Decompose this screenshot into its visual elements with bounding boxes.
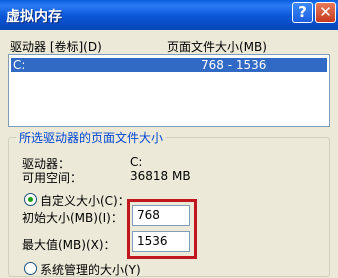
custom-size-radio[interactable]	[24, 193, 37, 206]
help-button[interactable]: ?	[292, 2, 313, 23]
row-drive: C:	[13, 58, 26, 72]
space-label: 可用空间：	[22, 171, 83, 185]
system-managed-radio[interactable]	[24, 262, 37, 275]
group-legend: 所选驱动器的页面文件大小	[16, 129, 167, 146]
custom-size-label[interactable]: 自定义大小(C)：	[40, 192, 130, 209]
drive-column-header: 驱动器 [卷标](D)	[10, 40, 102, 54]
window-title: 虚拟内存	[6, 9, 62, 25]
radio-dot-icon	[28, 197, 33, 202]
title-bar: 虚拟内存 ? ✕	[0, 0, 338, 30]
max-size-label: 最大值(MB)(X)：	[22, 238, 116, 252]
size-column-header: 页面文件大小(MB)	[167, 40, 267, 54]
drive-value: C:	[130, 155, 143, 169]
list-item[interactable]: C: 768 - 1536	[11, 58, 327, 72]
row-size: 768 - 1536	[201, 58, 267, 72]
system-managed-label[interactable]: 系统管理的大小(Y)	[40, 261, 141, 278]
space-value: 36818 MB	[130, 169, 191, 183]
initial-size-input[interactable]: 768	[132, 205, 190, 226]
close-button[interactable]: ✕	[315, 2, 336, 23]
max-size-input[interactable]: 1536	[132, 231, 190, 252]
drive-list[interactable]: C: 768 - 1536	[8, 54, 330, 127]
initial-size-label: 初始大小(MB)(I)：	[22, 211, 123, 225]
